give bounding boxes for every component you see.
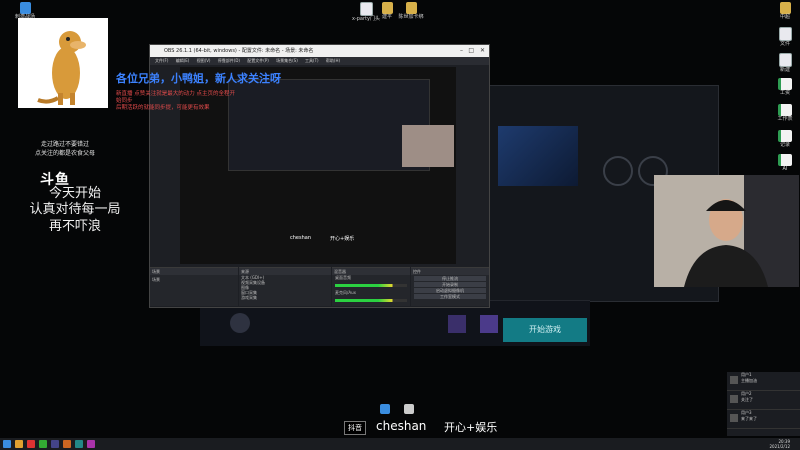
app-icon (19, 2, 31, 14)
avatar (230, 313, 250, 333)
avatar (730, 376, 738, 384)
studio-mode-button[interactable]: 工作室模式 (414, 294, 486, 299)
webcam-feed (654, 175, 799, 287)
sources-dock: 来源 文本 (GDI+) 视频采集设备 图像 窗口采集 游戏采集 (239, 267, 331, 306)
app-icon[interactable] (27, 440, 35, 448)
start-icon[interactable] (3, 440, 11, 448)
streamer-name: cheshan (376, 419, 427, 433)
webcam-preview (402, 125, 454, 167)
follow-note: 走过路过不要错过 点关注的都是农食父母 (34, 141, 95, 157)
spreadsheet-icon (778, 104, 792, 116)
shield-icon (480, 315, 498, 333)
preview-tagline: 开心+娱乐 (330, 236, 355, 242)
slogan: 今天开始 认真对待每一局 再不吓浪 (29, 186, 121, 234)
chat-message: 用户2 关注了 (727, 391, 800, 410)
folder-icon (779, 2, 791, 14)
close-icon[interactable]: ✕ (480, 45, 485, 57)
spreadsheet-icon (778, 154, 792, 166)
obs-icon[interactable] (51, 440, 59, 448)
obs-titlebar: OBS 26.1.1 (64-bit, windows) - 配置文件: 未命名… (150, 45, 489, 57)
desktop-icon-gongzi[interactable]: 工资 (762, 78, 800, 97)
menu-help[interactable]: 帮助(H) (326, 58, 340, 63)
spreadsheet-icon (778, 78, 792, 90)
caption-main: 各位兄弟，小鸭姐，新人求关注呀 (116, 72, 281, 85)
meerkat-sticker (18, 18, 108, 108)
preview-name: cheshan (290, 235, 312, 241)
start-game-button[interactable]: 开始游戏 (503, 318, 587, 342)
streamer-tagline: 开心+娱乐 (444, 421, 498, 434)
menu-edit[interactable]: 编辑(E) (176, 58, 190, 63)
desktop-icon-chenshijia[interactable]: 陈世加卡绑 (388, 2, 434, 21)
mixer-dock: 混音器 桌面音频 麦克风/Aux (332, 267, 410, 306)
game-banner (498, 126, 578, 186)
folder-icon (405, 2, 417, 14)
menu-file[interactable]: 文件(F) (155, 58, 168, 63)
caption-sub: 新直播 点赞关注就是最大的动力 点主页的全程开始同步 后期活跃的就能同步提，可能… (116, 91, 235, 112)
minimize-icon[interactable]: – (460, 45, 463, 57)
desktop-icon-ai[interactable]: AI (762, 154, 800, 173)
desktop-icon-zhongchao[interactable]: 中超 (762, 2, 800, 21)
avatar (730, 414, 738, 422)
audio-meter (335, 284, 407, 287)
desktop-icon-gongzuobiao[interactable]: 工作表 (762, 104, 800, 123)
virtual-camera-button[interactable]: 启动虚拟摄像机 (414, 288, 486, 293)
menu-tools[interactable]: 工具(T) (305, 58, 319, 63)
taskbar: 20:39 2021/2/12 (0, 438, 800, 450)
menu-scene-collection[interactable]: 场景集合(S) (276, 58, 298, 63)
game-slot[interactable] (603, 156, 633, 186)
obs-menubar: 文件(F) 编辑(E) 视图(V) 停靠部件(D) 配置文件(P) 场景集合(S… (150, 57, 489, 65)
menu-profile[interactable]: 配置文件(P) (247, 58, 269, 63)
trash-icon[interactable] (404, 404, 414, 414)
rank-icon (448, 315, 466, 333)
controls-dock: 控件 停止推流 开始录制 启动虚拟摄像机 工作室模式 (411, 267, 489, 306)
app-icon[interactable] (75, 440, 83, 448)
desktop-icon-xinjian[interactable]: 新建 (762, 53, 800, 74)
recycle-icon[interactable] (380, 404, 390, 414)
scenes-dock: 场景 场景 (150, 267, 238, 306)
chat-message: 用户1 主播加油 (727, 372, 800, 391)
desktop-icon-wenjian[interactable]: 文件 (762, 27, 800, 48)
stop-streaming-button[interactable]: 停止推流 (414, 276, 486, 281)
start-recording-button[interactable]: 开始录制 (414, 282, 486, 287)
menu-view[interactable]: 视图(V) (197, 58, 211, 63)
file-icon (778, 27, 792, 41)
avatar (730, 395, 738, 403)
app-icon[interactable] (63, 440, 71, 448)
maximize-icon[interactable]: □ (468, 45, 474, 57)
app-icon[interactable] (39, 440, 47, 448)
scene-item[interactable]: 场景 (150, 275, 238, 285)
menu-docks[interactable]: 停靠部件(D) (218, 58, 240, 63)
file-icon (778, 53, 792, 67)
explorer-icon[interactable] (15, 440, 23, 448)
app-icon[interactable] (87, 440, 95, 448)
clock[interactable]: 20:39 2021/2/12 (769, 439, 790, 449)
audio-meter (335, 299, 407, 302)
desktop-icon-jilu[interactable]: 记录 (762, 130, 800, 149)
spreadsheet-icon (778, 130, 792, 142)
tiktok-badge: 抖音 (344, 421, 366, 435)
source-item[interactable]: 游戏采集 (241, 295, 329, 300)
chat-panel: 用户1 主播加油 用户2 关注了 用户3 来了来了 (727, 372, 800, 436)
nested-preview (228, 79, 430, 171)
chat-message: 用户3 来了来了 (727, 410, 800, 429)
